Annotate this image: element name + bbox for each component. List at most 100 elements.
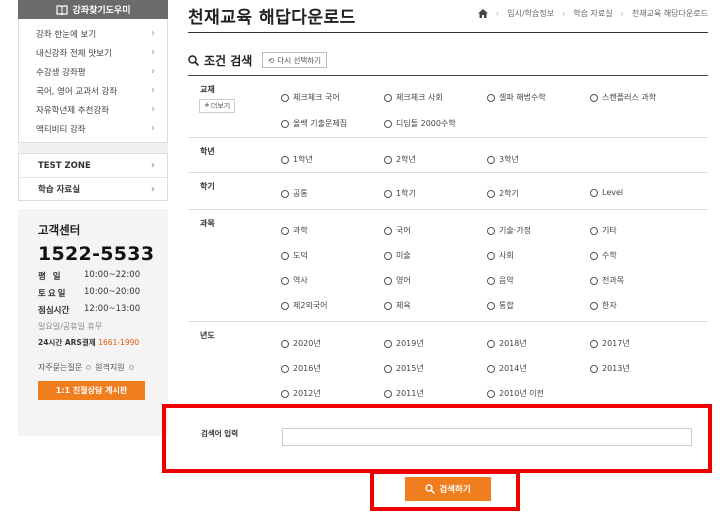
radio-circle[interactable] bbox=[590, 188, 598, 197]
radio-option[interactable]: Level bbox=[590, 188, 623, 197]
radio-option[interactable]: 2014년 bbox=[487, 363, 527, 374]
radio-option[interactable]: 올백 기출문제집 bbox=[281, 118, 347, 129]
radio-option[interactable]: 2020년 bbox=[281, 338, 321, 349]
radio-circle[interactable] bbox=[384, 93, 392, 102]
breadcrumb-item[interactable]: 입시/학습정보 bbox=[507, 8, 554, 19]
radio-option[interactable]: 2013년 bbox=[590, 363, 630, 374]
radio-option[interactable]: 제2외국어 bbox=[281, 300, 328, 311]
radio-circle[interactable] bbox=[384, 119, 392, 128]
radio-circle[interactable] bbox=[384, 226, 392, 235]
breadcrumb-item[interactable]: 학습 자료실 bbox=[573, 8, 612, 19]
radio-option[interactable]: 2012년 bbox=[281, 388, 321, 399]
radio-option[interactable]: 과학 bbox=[281, 225, 308, 236]
sidebar-menu-item[interactable]: 내신강좌 전체 맛보기 › bbox=[19, 43, 167, 62]
more-button[interactable]: + 더보기 bbox=[199, 99, 236, 113]
radio-option[interactable]: 음악 bbox=[487, 275, 514, 286]
home-icon[interactable] bbox=[478, 9, 489, 18]
radio-option[interactable]: 1학년 bbox=[281, 154, 313, 165]
radio-circle[interactable] bbox=[590, 251, 598, 260]
radio-circle[interactable] bbox=[590, 226, 598, 235]
search-button[interactable]: 검색하기 bbox=[405, 477, 491, 501]
radio-circle[interactable] bbox=[487, 364, 495, 373]
radio-circle[interactable] bbox=[590, 93, 598, 102]
sidebar-item-study-materials[interactable]: 학습 자료실 › bbox=[19, 177, 167, 200]
radio-circle[interactable] bbox=[384, 276, 392, 285]
radio-circle[interactable] bbox=[281, 251, 289, 260]
radio-option[interactable]: 전과목 bbox=[590, 275, 624, 286]
consult-board-button[interactable]: 1:1 친절상담 게시판 bbox=[38, 381, 145, 400]
radio-circle[interactable] bbox=[384, 301, 392, 310]
radio-circle[interactable] bbox=[384, 189, 392, 198]
radio-circle[interactable] bbox=[384, 364, 392, 373]
radio-option[interactable]: 기술·가정 bbox=[487, 225, 531, 236]
radio-circle[interactable] bbox=[384, 339, 392, 348]
faq-link[interactable]: 자주묻는질문 bbox=[38, 362, 82, 373]
radio-circle[interactable] bbox=[281, 155, 289, 164]
radio-option[interactable]: 사회 bbox=[487, 250, 514, 261]
radio-circle[interactable] bbox=[281, 93, 289, 102]
sidebar-menu-item[interactable]: 액티비티 강좌 › bbox=[19, 119, 167, 138]
breadcrumb-item[interactable]: 천재교육 해답다운로드 bbox=[632, 8, 708, 19]
radio-circle[interactable] bbox=[487, 155, 495, 164]
radio-option[interactable]: 한자 bbox=[590, 300, 617, 311]
radio-option[interactable]: 2학기 bbox=[487, 188, 519, 199]
radio-circle[interactable] bbox=[487, 189, 495, 198]
sidebar-header[interactable]: 강좌찾기도우미 bbox=[18, 0, 168, 19]
radio-circle[interactable] bbox=[487, 389, 495, 398]
radio-circle[interactable] bbox=[487, 93, 495, 102]
radio-option[interactable]: 셀파 해법수학 bbox=[487, 92, 546, 103]
radio-circle[interactable] bbox=[281, 119, 289, 128]
radio-circle[interactable] bbox=[590, 301, 598, 310]
radio-circle[interactable] bbox=[384, 389, 392, 398]
keyword-input[interactable] bbox=[282, 428, 692, 446]
radio-option[interactable]: 미술 bbox=[384, 250, 411, 261]
radio-option[interactable]: 디딤돌 2000수학 bbox=[384, 118, 456, 129]
radio-option[interactable]: 체육 bbox=[384, 300, 411, 311]
radio-circle[interactable] bbox=[590, 339, 598, 348]
radio-option[interactable]: 3학년 bbox=[487, 154, 519, 165]
radio-option[interactable]: 국어 bbox=[384, 225, 411, 236]
sidebar-menu-item[interactable]: 자유학년제 추천강좌 › bbox=[19, 100, 167, 119]
radio-circle[interactable] bbox=[281, 364, 289, 373]
radio-option[interactable]: 영어 bbox=[384, 275, 411, 286]
radio-option[interactable]: 통합 bbox=[487, 300, 514, 311]
radio-circle[interactable] bbox=[487, 339, 495, 348]
radio-circle[interactable] bbox=[487, 226, 495, 235]
radio-circle[interactable] bbox=[590, 364, 598, 373]
radio-circle[interactable] bbox=[281, 226, 289, 235]
remote-support-link[interactable]: 원격지원 bbox=[95, 362, 124, 373]
radio-circle[interactable] bbox=[487, 301, 495, 310]
radio-option[interactable]: 도덕 bbox=[281, 250, 308, 261]
radio-circle[interactable] bbox=[487, 251, 495, 260]
sidebar-item-test-zone[interactable]: TEST ZONE › bbox=[19, 154, 167, 177]
radio-circle[interactable] bbox=[384, 155, 392, 164]
sidebar-menu-item[interactable]: 강좌 한눈에 보기 › bbox=[19, 24, 167, 43]
radio-option[interactable]: 2018년 bbox=[487, 338, 527, 349]
radio-option[interactable]: 2011년 bbox=[384, 388, 424, 399]
radio-circle[interactable] bbox=[487, 276, 495, 285]
radio-circle[interactable] bbox=[590, 276, 598, 285]
radio-option[interactable]: 2015년 bbox=[384, 363, 424, 374]
radio-option[interactable]: 2학년 bbox=[384, 154, 416, 165]
radio-circle[interactable] bbox=[281, 389, 289, 398]
sidebar-menu-item[interactable]: 수강생 강좌평 › bbox=[19, 62, 167, 81]
radio-option[interactable]: 1학기 bbox=[384, 188, 416, 199]
radio-circle[interactable] bbox=[281, 301, 289, 310]
sidebar-menu-item[interactable]: 국어, 영어 교과서 강좌 › bbox=[19, 81, 167, 100]
radio-option[interactable]: 2017년 bbox=[590, 338, 630, 349]
radio-circle[interactable] bbox=[281, 276, 289, 285]
radio-circle[interactable] bbox=[384, 251, 392, 260]
radio-circle[interactable] bbox=[281, 339, 289, 348]
radio-option[interactable]: 체크체크 국어 bbox=[281, 92, 340, 103]
radio-option[interactable]: 공통 bbox=[281, 188, 308, 199]
radio-option[interactable]: 기타 bbox=[590, 225, 617, 236]
radio-option[interactable]: 2019년 bbox=[384, 338, 424, 349]
radio-option[interactable]: 수학 bbox=[590, 250, 617, 261]
reset-selection-button[interactable]: ⟲ 다시 선택하기 bbox=[262, 52, 328, 68]
radio-option[interactable]: 스캔플러스 과학 bbox=[590, 92, 656, 103]
radio-option[interactable]: 역사 bbox=[281, 275, 308, 286]
radio-option[interactable]: 체크체크 사회 bbox=[384, 92, 443, 103]
radio-option[interactable]: 2010년 이전 bbox=[487, 388, 544, 399]
radio-circle[interactable] bbox=[281, 189, 289, 198]
radio-option[interactable]: 2016년 bbox=[281, 363, 321, 374]
